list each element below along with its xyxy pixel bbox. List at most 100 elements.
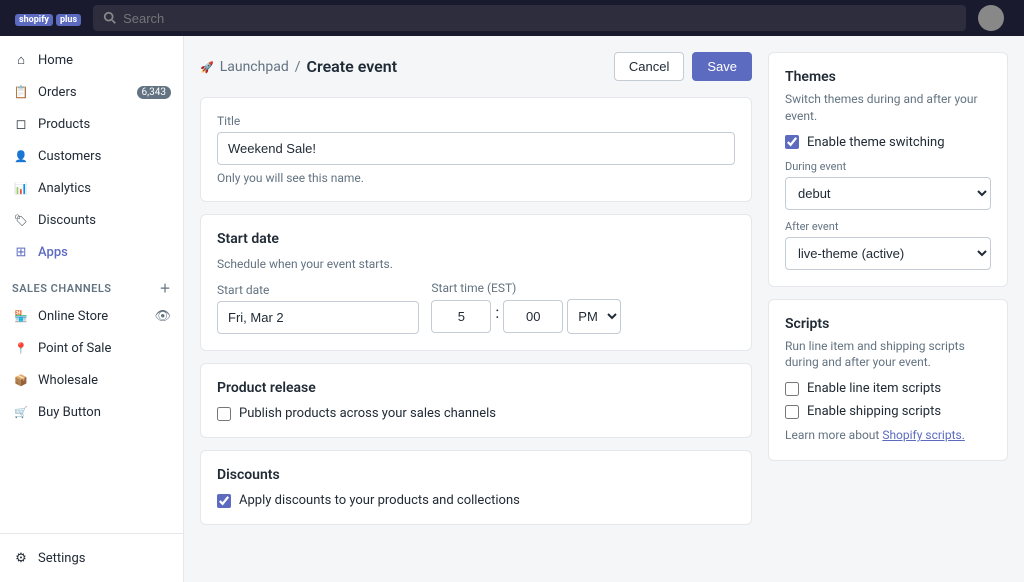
breadcrumb-separator: / — [295, 59, 301, 75]
sales-channels-header: SALES CHANNELS ＋ — [0, 268, 183, 300]
pos-icon — [12, 339, 30, 357]
search-bar[interactable] — [93, 5, 966, 31]
line-item-scripts-row: Enable line item scripts — [785, 381, 991, 396]
sidebar-item-wholesale[interactable]: Wholesale — [0, 364, 183, 396]
wholesale-icon — [12, 371, 30, 389]
product-release-title: Product release — [217, 380, 735, 396]
topbar: shopifyplus — [0, 0, 1024, 36]
date-time-row: Start date Start time (EST) : AM — [217, 281, 735, 334]
time-field: Start time (EST) : AM PM — [431, 281, 735, 334]
search-input[interactable] — [123, 11, 956, 26]
sidebar-item-analytics[interactable]: Analytics — [0, 172, 183, 204]
start-time-label: Start time (EST) — [431, 281, 621, 295]
eye-icon[interactable]: 👁 — [154, 309, 171, 324]
sidebar-item-apps[interactable]: Apps — [0, 236, 183, 268]
publish-products-label[interactable]: Publish products across your sales chann… — [239, 406, 496, 421]
title-input[interactable] — [217, 132, 735, 165]
topbar-right — [978, 5, 1012, 31]
online-store-icon — [12, 307, 30, 325]
line-item-scripts-label[interactable]: Enable line item scripts — [807, 381, 941, 396]
sidebar-item-customers[interactable]: Customers — [0, 140, 183, 172]
main-layout: Home Orders 6,343 Products Customers Ana… — [0, 36, 1024, 582]
logo: shopifyplus — [12, 11, 81, 26]
orders-badge: 6,343 — [137, 86, 171, 99]
shopify-scripts-link[interactable]: Shopify scripts. — [882, 428, 965, 442]
apps-icon — [12, 243, 30, 261]
sidebar-label-online-store: Online Store — [38, 309, 108, 324]
after-event-label: After event — [785, 220, 991, 233]
shipping-scripts-row: Enable shipping scripts — [785, 404, 991, 419]
orders-icon — [12, 83, 30, 101]
settings-icon — [12, 549, 30, 567]
product-release-card: Product release Publish products across … — [200, 363, 752, 438]
learn-more-text: Learn more about Shopify scripts. — [785, 427, 991, 444]
sidebar-label-analytics: Analytics — [38, 181, 91, 196]
themes-title: Themes — [785, 69, 991, 85]
sidebar-item-pos[interactable]: Point of Sale — [0, 332, 183, 364]
sidebar-label-wholesale: Wholesale — [38, 373, 98, 388]
launchpad-icon — [200, 59, 214, 75]
during-event-select[interactable]: debut live-theme (active) — [785, 177, 991, 210]
home-icon — [12, 51, 30, 69]
add-sales-channel-icon[interactable]: ＋ — [160, 280, 172, 296]
page-container: Launchpad / Create event Cancel Save Tit… — [200, 52, 752, 566]
start-date-input[interactable] — [217, 301, 419, 334]
sidebar-bottom: Settings — [0, 533, 183, 582]
sidebar-item-buy-button[interactable]: Buy Button — [0, 396, 183, 428]
after-event-select[interactable]: debut live-theme (active) — [785, 237, 991, 270]
cancel-button[interactable]: Cancel — [614, 52, 684, 81]
sidebar-item-discounts[interactable]: Discounts — [0, 204, 183, 236]
page-header: Launchpad / Create event Cancel Save — [200, 52, 752, 81]
sidebar-label-customers: Customers — [38, 149, 101, 164]
discounts-card: Discounts Apply discounts to your produc… — [200, 450, 752, 525]
analytics-icon — [12, 179, 30, 197]
title-card: Title Only you will see this name. — [200, 97, 752, 202]
logo-text: shopify — [15, 14, 53, 26]
avatar — [978, 5, 1004, 31]
sidebar-nav: Home Orders 6,343 Products Customers Ana… — [0, 36, 183, 533]
sidebar-label-orders: Orders — [38, 85, 77, 100]
shipping-scripts-checkbox[interactable] — [785, 405, 799, 419]
save-button[interactable]: Save — [692, 52, 752, 81]
ampm-select[interactable]: AM PM — [567, 299, 621, 334]
date-field: Start date — [217, 283, 419, 334]
sidebar: Home Orders 6,343 Products Customers Ana… — [0, 36, 184, 582]
sidebar-item-online-store[interactable]: Online Store 👁 — [0, 300, 183, 332]
discounts-title: Discounts — [217, 467, 735, 483]
buy-button-icon — [12, 403, 30, 421]
products-icon — [12, 115, 30, 133]
start-date-title: Start date — [217, 231, 735, 247]
breadcrumb-link[interactable]: Launchpad — [220, 59, 289, 75]
sidebar-label-discounts: Discounts — [38, 213, 96, 228]
sidebar-label-apps: Apps — [38, 245, 68, 260]
scripts-title: Scripts — [785, 316, 991, 332]
scripts-description: Run line item and shipping scripts durin… — [785, 338, 991, 372]
sidebar-label-products: Products — [38, 117, 90, 132]
sidebar-item-home[interactable]: Home — [0, 44, 183, 76]
publish-products-checkbox[interactable] — [217, 407, 231, 421]
title-label: Title — [217, 114, 735, 128]
sidebar-label-home: Home — [38, 53, 73, 68]
page-title: Create event — [307, 57, 398, 76]
apply-discounts-label[interactable]: Apply discounts to your products and col… — [239, 493, 520, 508]
plus-badge: plus — [56, 14, 81, 26]
main-content: Launchpad / Create event Cancel Save Tit… — [184, 36, 1024, 582]
product-release-checkbox-row: Publish products across your sales chann… — [217, 406, 735, 421]
sidebar-item-settings[interactable]: Settings — [0, 542, 183, 574]
apply-discounts-checkbox[interactable] — [217, 494, 231, 508]
shipping-scripts-label[interactable]: Enable shipping scripts — [807, 404, 941, 419]
search-icon — [103, 11, 117, 25]
sidebar-label-buy-button: Buy Button — [38, 405, 101, 420]
sidebar-item-products[interactable]: Products — [0, 108, 183, 140]
customers-icon — [12, 147, 30, 165]
hour-input[interactable] — [431, 300, 491, 333]
sales-channels-label: SALES CHANNELS — [12, 282, 112, 295]
start-date-card: Start date Schedule when your event star… — [200, 214, 752, 351]
minute-input[interactable] — [503, 300, 563, 333]
enable-theme-checkbox[interactable] — [785, 135, 799, 149]
enable-theme-row: Enable theme switching — [785, 135, 991, 150]
enable-theme-label[interactable]: Enable theme switching — [807, 135, 945, 150]
breadcrumb: Launchpad / Create event — [200, 57, 397, 76]
line-item-scripts-checkbox[interactable] — [785, 382, 799, 396]
sidebar-item-orders[interactable]: Orders 6,343 — [0, 76, 183, 108]
